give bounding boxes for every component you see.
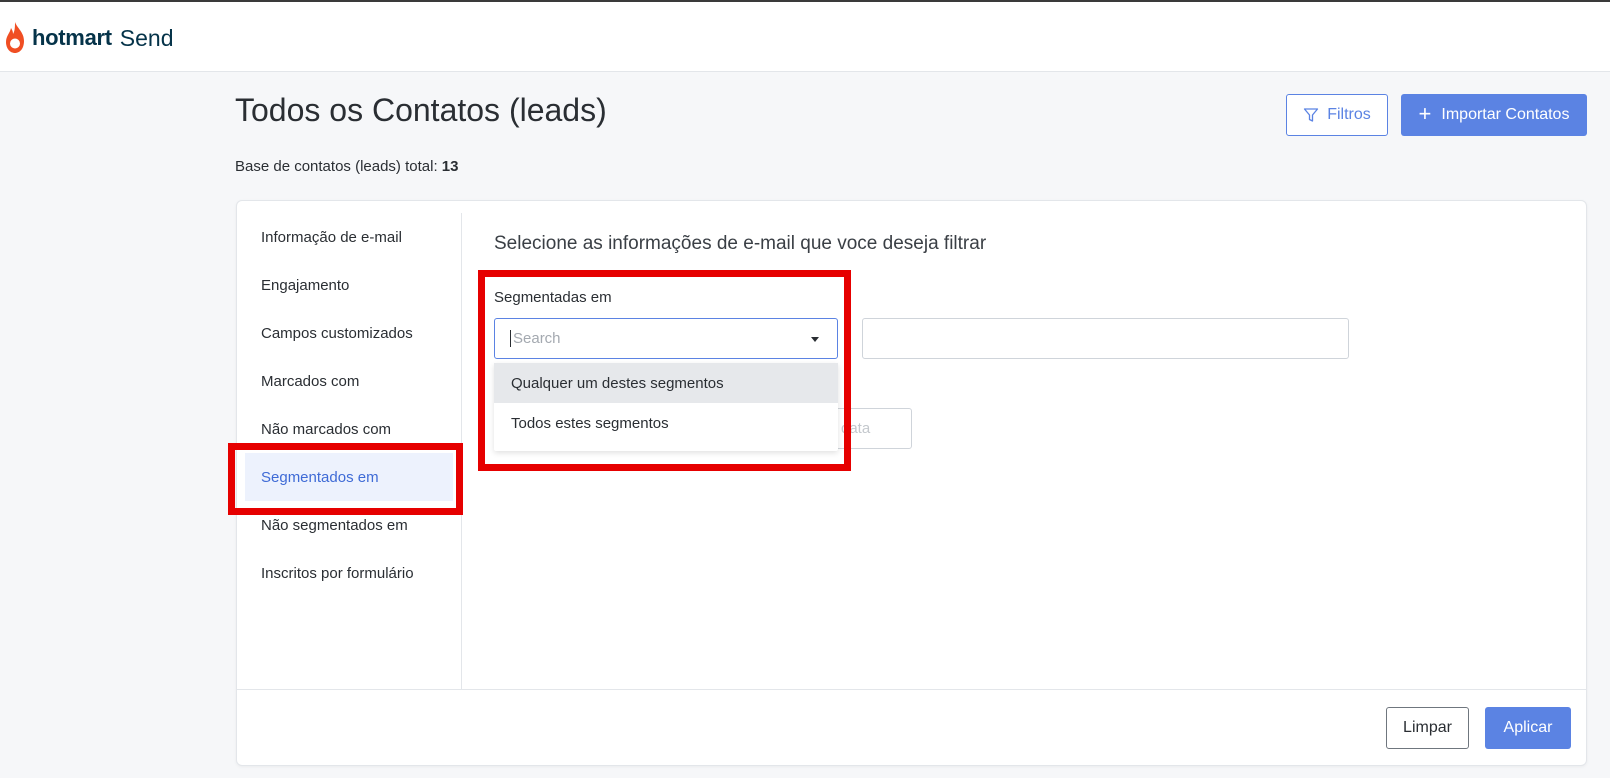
segment-mode-select[interactable] <box>494 318 838 359</box>
flame-icon <box>6 22 24 53</box>
date-input-placeholder: data <box>841 420 871 437</box>
import-contacts-label: Importar Contatos <box>1441 106 1570 123</box>
page-title: Todos os Contatos (leads) <box>235 92 607 128</box>
product-name: Send <box>119 24 174 51</box>
filters-button-label: Filtros <box>1327 106 1371 123</box>
filter-panel: Informação de e-mail Engajamento Campos … <box>236 200 1587 766</box>
segment-value-input[interactable] <box>862 318 1349 359</box>
sidebar-item-email-info[interactable]: Informação de e-mail <box>245 213 453 261</box>
leads-total-value: 13 <box>441 158 459 175</box>
apply-button[interactable]: Aplicar <box>1485 707 1571 749</box>
app-header: hotmart Send <box>0 2 1610 72</box>
plus-icon: + <box>1418 101 1432 126</box>
sidebar-item-custom-fields[interactable]: Campos customizados <box>245 309 453 357</box>
filter-icon <box>1304 108 1319 122</box>
option-any-of-these-segments[interactable]: Qualquer um destes segmentos <box>494 363 838 403</box>
import-contacts-button[interactable]: + Importar Contatos <box>1401 94 1587 136</box>
segmented-in-label: Segmentadas em <box>494 289 612 306</box>
sidebar-item-segmented-in[interactable]: Segmentados em <box>245 453 453 501</box>
footer-divider <box>237 689 1586 690</box>
hotmart-send-logo[interactable]: hotmart Send <box>2 20 174 56</box>
clear-button[interactable]: Limpar <box>1386 707 1469 749</box>
filter-instructions: Selecione as informações de e-mail que v… <box>494 233 987 254</box>
sidebar-item-engagement[interactable]: Engajamento <box>245 261 453 309</box>
segment-mode-dropdown: Qualquer um destes segmentos Todos estes… <box>494 363 838 451</box>
sidebar-item-not-tagged-with[interactable]: Não marcados com <box>245 405 453 453</box>
filters-button[interactable]: Filtros <box>1286 94 1388 136</box>
leads-total: Base de contatos (leads) total: 13 <box>235 158 458 175</box>
sidebar-item-not-segmented-in[interactable]: Não segmentados em <box>245 501 453 549</box>
brand-name: hotmart <box>32 25 112 50</box>
option-all-these-segments[interactable]: Todos estes segmentos <box>494 403 838 443</box>
segment-search-input[interactable] <box>510 330 800 347</box>
date-input[interactable]: data <box>830 408 912 449</box>
caret-down-icon[interactable] <box>811 337 819 342</box>
filter-categories-sidebar: Informação de e-mail Engajamento Campos … <box>237 213 462 689</box>
sidebar-item-tagged-with[interactable]: Marcados com <box>245 357 453 405</box>
sidebar-item-form-subscribers[interactable]: Inscritos por formulário <box>245 549 453 597</box>
leads-total-label: Base de contatos (leads) total: <box>235 158 438 175</box>
